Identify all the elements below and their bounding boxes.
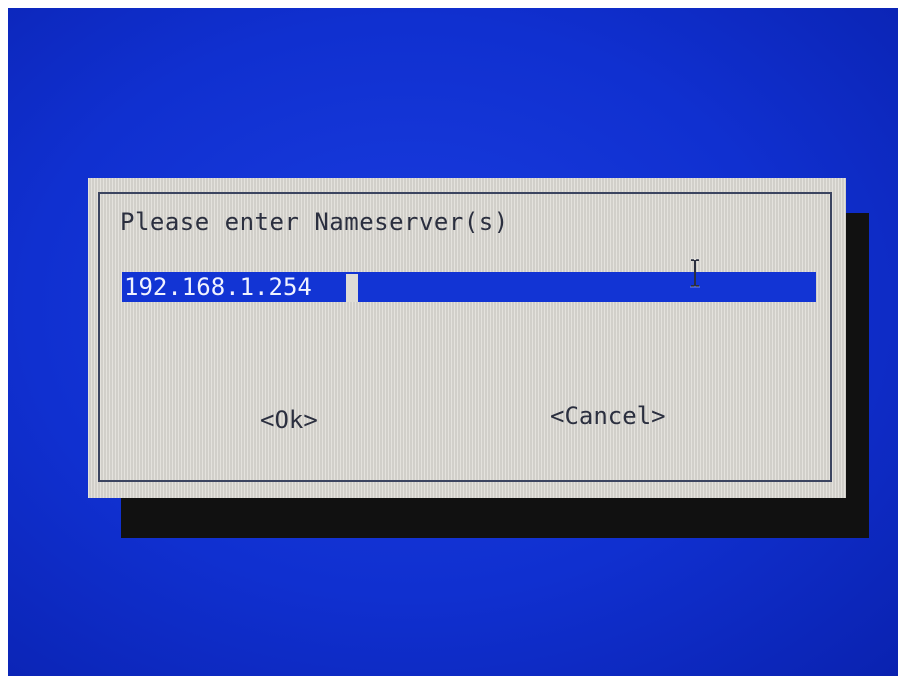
cancel-button[interactable]: <Cancel> — [550, 402, 666, 430]
text-cursor — [346, 274, 358, 302]
nameserver-dialog: Please enter Nameserver(s) 192.168.1.254… — [88, 178, 846, 498]
dialog-prompt: Please enter Nameserver(s) — [120, 208, 509, 236]
i-beam-cursor-icon — [690, 258, 700, 288]
nameserver-input[interactable]: 192.168.1.254 — [122, 272, 816, 302]
ok-button[interactable]: <Ok> — [260, 406, 318, 434]
nameserver-input-value: 192.168.1.254 — [124, 272, 314, 302]
photo-frame: Please enter Nameserver(s) 192.168.1.254… — [0, 0, 903, 680]
